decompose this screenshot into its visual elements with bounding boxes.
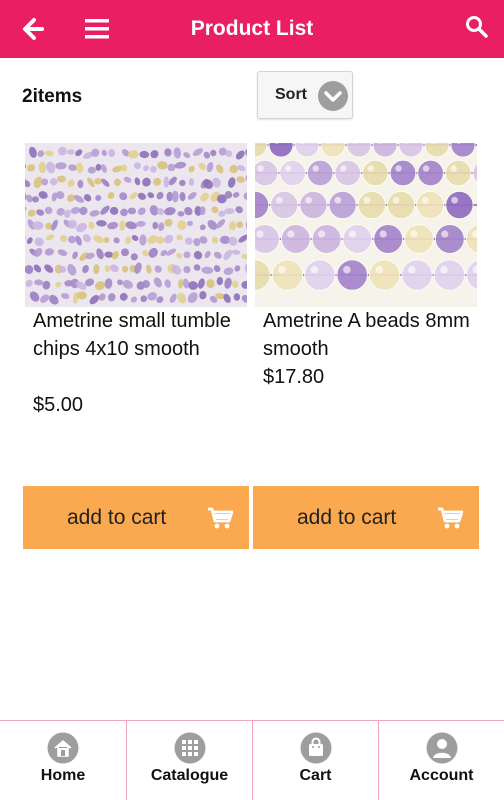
bead xyxy=(445,191,474,220)
grid-icon xyxy=(174,732,206,764)
shopping-cart-icon xyxy=(208,507,233,529)
product-image-ametrine-beads[interactable] xyxy=(255,143,477,307)
bead-highlight xyxy=(367,165,375,172)
bead-highlight xyxy=(395,165,402,172)
product-price: $17.80 xyxy=(263,366,325,388)
bead-highlight xyxy=(441,230,449,238)
bead-highlight xyxy=(392,196,400,204)
bead-highlight xyxy=(340,165,347,172)
product-name[interactable]: Ametrine small tumble chips 4x10 smooth xyxy=(33,307,248,363)
bead xyxy=(444,159,472,187)
page-title: Product List xyxy=(190,17,314,40)
bead-highlight xyxy=(310,265,319,274)
bead xyxy=(299,191,328,220)
user-icon xyxy=(426,732,458,764)
bead-highlight xyxy=(410,230,418,238)
bead-highlight xyxy=(375,265,384,274)
bead-highlight xyxy=(407,265,416,274)
bead xyxy=(433,259,465,291)
bead-highlight xyxy=(312,165,319,172)
top-app-bar: Product List xyxy=(0,0,504,58)
product-name[interactable]: Ametrine A beads 8mm smooth xyxy=(263,307,478,363)
bead xyxy=(389,159,417,187)
bead-highlight xyxy=(284,165,292,172)
bead-highlight xyxy=(379,230,387,238)
bead xyxy=(435,224,465,254)
bead xyxy=(373,224,403,254)
bead-highlight xyxy=(257,165,264,172)
bead-highlight xyxy=(256,230,264,238)
search-button[interactable] xyxy=(464,14,490,40)
sort-label: Sort xyxy=(275,86,307,103)
bead xyxy=(311,224,342,254)
nav-label: Home xyxy=(40,767,86,784)
add-to-cart-label: add to cart xyxy=(297,506,397,529)
bead xyxy=(279,159,306,187)
nav-account[interactable]: Account xyxy=(378,721,504,800)
product-price: $5.00 xyxy=(33,394,84,416)
bead xyxy=(357,191,386,220)
bead-highlight xyxy=(287,230,295,238)
bottom-navigation: Home Catalogue Cart Account xyxy=(0,720,504,800)
bead xyxy=(336,259,368,291)
bead xyxy=(386,191,415,220)
bead-highlight xyxy=(422,196,429,204)
bead-highlight xyxy=(451,196,458,204)
bead xyxy=(362,159,389,187)
bead xyxy=(416,191,445,220)
bead xyxy=(342,224,373,254)
add-to-cart-button[interactable]: add to cart xyxy=(23,486,249,549)
bead xyxy=(271,259,304,291)
home-icon xyxy=(47,732,79,764)
sort-button[interactable]: Sort xyxy=(257,71,353,119)
shopping-cart-icon xyxy=(438,507,463,529)
bead-highlight xyxy=(343,265,351,274)
bead-highlight xyxy=(318,230,326,238)
nav-home[interactable]: Home xyxy=(0,721,126,800)
nav-label: Catalogue xyxy=(150,767,229,784)
bead xyxy=(404,224,434,254)
bead-chip xyxy=(32,196,39,203)
bead-highlight xyxy=(276,196,283,204)
bead-highlight xyxy=(305,196,312,204)
search-icon xyxy=(466,16,488,38)
add-to-cart-label: add to cart xyxy=(67,506,167,529)
bead xyxy=(417,159,444,187)
bead xyxy=(328,191,357,220)
bead-highlight xyxy=(348,230,356,238)
bead xyxy=(255,159,279,187)
chevron-down-icon xyxy=(318,81,348,111)
bead-chip xyxy=(38,161,47,174)
add-to-cart-button[interactable]: add to cart xyxy=(253,486,479,549)
bead xyxy=(270,191,299,220)
nav-label: Account xyxy=(409,767,474,784)
bead xyxy=(255,224,280,254)
nav-label: Cart xyxy=(299,767,332,784)
bead-highlight xyxy=(440,265,448,274)
bead-highlight xyxy=(363,196,371,204)
bead xyxy=(280,224,311,254)
shopping-bag-icon xyxy=(300,732,332,764)
bead xyxy=(401,259,433,291)
bead xyxy=(306,159,334,187)
nav-catalogue[interactable]: Catalogue xyxy=(126,721,252,800)
bead-chip xyxy=(172,190,179,203)
bead xyxy=(304,259,336,291)
bead xyxy=(334,159,362,187)
bead-highlight xyxy=(450,165,457,172)
item-count: 2items xyxy=(22,86,83,107)
bead-highlight xyxy=(334,196,342,204)
nav-cart[interactable]: Cart xyxy=(252,721,378,800)
product-image-ametrine-chips[interactable] xyxy=(25,143,247,307)
bead-highlight xyxy=(278,265,286,274)
bead xyxy=(369,259,401,291)
bead-highlight xyxy=(422,165,430,172)
